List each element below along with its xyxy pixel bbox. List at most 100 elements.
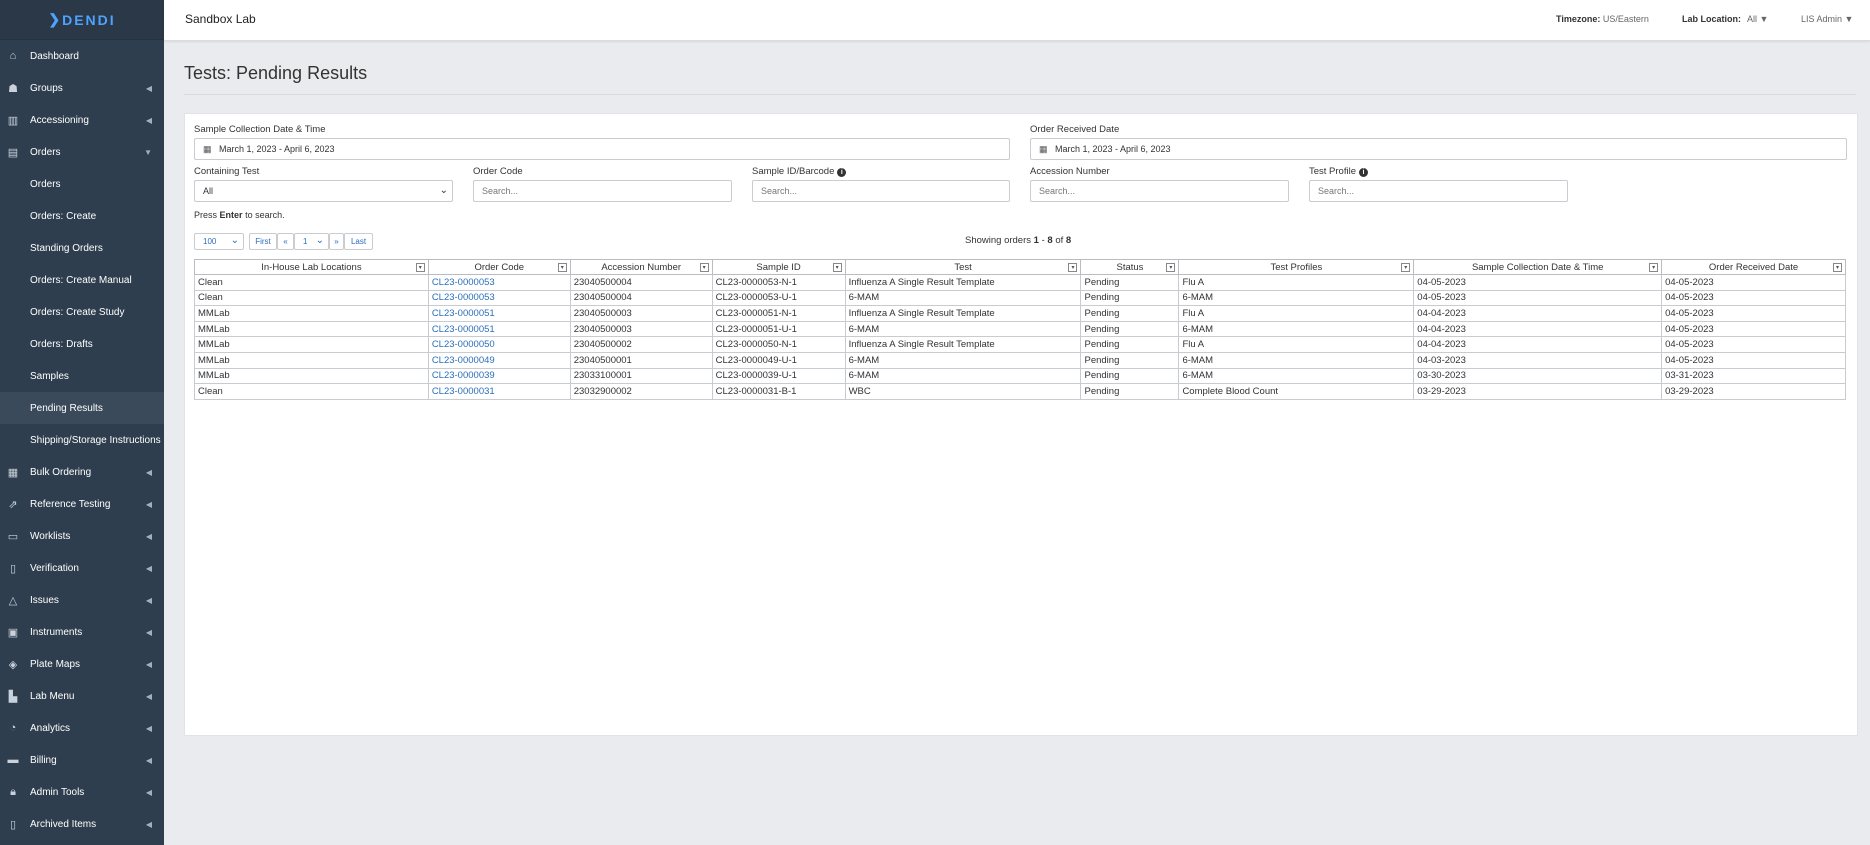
table-cell: Flu A — [1178, 305, 1415, 322]
order-code-link[interactable]: CL23-0000031 — [427, 383, 571, 400]
chevron-left-icon: ◀ — [145, 659, 152, 669]
table-cell: 04-05-2023 — [1661, 351, 1846, 369]
sidebar-item-analytics[interactable]: ◔ Analytics ◀ — [0, 712, 164, 744]
sidebar-item-plate-maps[interactable]: ◈ Plate Maps ◀ — [0, 648, 164, 680]
page-number-select[interactable]: 1 ⌄ — [294, 233, 329, 250]
column-filter-icon[interactable]: ▾ — [557, 263, 567, 272]
sample-id-search-input[interactable]: Search... — [752, 180, 1010, 202]
received-date-value: March 1, 2023 - April 6, 2023 — [1055, 144, 1171, 154]
table-row[interactable]: Clean CL23-0000053 23040500004 CL23-0000053… — [194, 289, 1846, 307]
sidebar-subitem-orders-drafts[interactable]: Orders: Drafts — [0, 328, 164, 360]
chevron-left-icon: ◀ — [145, 499, 152, 509]
column-filter-icon[interactable]: ▾ — [1649, 263, 1659, 272]
accession-number-search-input[interactable]: Search... — [1030, 180, 1289, 202]
sidebar-subitem-shipping-storage[interactable]: Shipping/Storage Instructions — [0, 424, 164, 456]
sidebar-subitem-pending-results[interactable]: Pending Results — [0, 392, 164, 424]
sidebar-subitem-orders-create[interactable]: Orders: Create — [0, 200, 164, 232]
sidebar-item-billing[interactable]: ▬ Billing ◀ — [0, 744, 164, 776]
table-row[interactable]: Clean CL23-0000031 23032900002 CL23-0000031… — [194, 383, 1846, 400]
sidebar-item-worklists[interactable]: ▭ Worklists ◀ — [0, 520, 164, 552]
column-header[interactable]: Order Code ▾ — [427, 259, 571, 275]
table-cell: MMLab — [194, 351, 429, 369]
test-profile-search-input[interactable]: Search... — [1309, 180, 1568, 202]
column-filter-icon[interactable]: ▾ — [699, 263, 709, 272]
column-header[interactable]: Test Profiles ▾ — [1178, 259, 1415, 275]
order-code-link[interactable]: CL23-0000053 — [427, 289, 571, 307]
table-cell: Influenza A Single Result Template — [844, 274, 1082, 291]
column-header[interactable]: Accession Number ▾ — [569, 259, 713, 275]
prev-page-button[interactable]: « — [277, 233, 294, 250]
timezone: Timezone: US/Eastern — [1556, 14, 1649, 24]
results-card — [184, 113, 1858, 736]
sidebar-item-lab-menu[interactable]: ▙ Lab Menu ◀ — [0, 680, 164, 712]
first-page-button[interactable]: First — [249, 233, 277, 250]
table-cell: 03-29-2023 — [1661, 383, 1846, 400]
collection-date-range[interactable]: ▦ March 1, 2023 - April 6, 2023 — [194, 138, 1010, 160]
page-size-select[interactable]: 100 ⌄ — [194, 233, 244, 250]
pending-results-table: In-House Lab Locations ▾ Order Code ▾ Access… — [194, 259, 1846, 400]
sidebar-item-instruments[interactable]: ▣ Instruments ◀ — [0, 616, 164, 648]
table-row[interactable]: Clean CL23-0000053 23040500004 CL23-0000053… — [194, 274, 1846, 291]
received-date-range[interactable]: ▦ March 1, 2023 - April 6, 2023 — [1030, 138, 1847, 160]
sidebar-item-dashboard[interactable]: ⌂ Dashboard — [0, 40, 164, 72]
column-filter-icon[interactable]: ▾ — [1166, 263, 1176, 272]
table-row[interactable]: MMLab CL23-0000039 23033100001 CL23-0000039… — [194, 367, 1846, 385]
column-filter-icon[interactable]: ▾ — [415, 263, 425, 272]
next-page-button[interactable]: » — [329, 233, 344, 250]
column-header[interactable]: Sample ID ▾ — [711, 259, 846, 275]
column-header[interactable]: Test ▾ — [844, 259, 1082, 275]
column-filter-icon[interactable]: ▾ — [1833, 263, 1842, 272]
table-cell: 04-04-2023 — [1413, 305, 1663, 322]
page-title: Tests: Pending Results — [184, 63, 368, 83]
sidebar-item-label: Pending Results — [30, 402, 103, 414]
lab-location-dropdown[interactable]: Lab Location: All ▼ — [1682, 14, 1768, 24]
table-row[interactable]: MMLab CL23-0000051 23040500003 CL23-0000051… — [194, 320, 1846, 338]
order-code-link[interactable]: CL23-0000051 — [427, 320, 571, 338]
containing-test-select[interactable]: All ⌄ — [194, 180, 453, 202]
logo[interactable]: ❯ DENDI — [0, 0, 164, 40]
sidebar-subitem-orders-create-study[interactable]: Orders: Create Study — [0, 296, 164, 328]
sidebar-item-archived-items[interactable]: ▯ Archived Items ◀ — [0, 808, 164, 840]
sidebar-item-orders[interactable]: ▤ Orders ▼ — [0, 136, 164, 168]
sidebar-item-reference-testing[interactable]: ⇗ Reference Testing ◀ — [0, 488, 164, 520]
column-filter-icon[interactable]: ▾ — [1401, 263, 1411, 272]
table-row[interactable]: MMLab CL23-0000049 23040500001 CL23-0000049… — [194, 351, 1846, 369]
table-row[interactable]: MMLab CL23-0000051 23040500003 CL23-0000051… — [194, 305, 1846, 322]
sidebar-subitem-samples[interactable]: Samples — [0, 360, 164, 392]
info-icon[interactable]: i — [1359, 168, 1368, 177]
sidebar-subitem-orders[interactable]: Orders — [0, 168, 164, 200]
timezone-label: Timezone: — [1556, 14, 1601, 24]
order-code-link[interactable]: CL23-0000053 — [427, 274, 571, 291]
sidebar-item-bulk-ordering[interactable]: ▦ Bulk Ordering ◀ — [0, 456, 164, 488]
column-header[interactable]: In-House Lab Locations ▾ — [194, 259, 429, 275]
column-header-label: Order Code — [474, 261, 525, 273]
sidebar-item-label: Issues — [30, 594, 59, 606]
divider — [184, 94, 1856, 95]
user-menu[interactable]: LIS Admin ▼ — [1801, 14, 1853, 24]
column-header[interactable]: Sample Collection Date & Time ▾ — [1413, 259, 1663, 275]
column-filter-icon[interactable]: ▾ — [1068, 263, 1078, 272]
column-filter-icon[interactable]: ▾ — [832, 263, 842, 272]
table-cell: Flu A — [1178, 274, 1415, 291]
table-cell: MMLab — [194, 336, 429, 353]
chevron-down-icon: ▼ — [144, 147, 152, 157]
sidebar-item-accessioning[interactable]: ▥ Accessioning ◀ — [0, 104, 164, 136]
last-page-button[interactable]: Last — [344, 233, 373, 250]
info-icon[interactable]: i — [837, 168, 847, 177]
sidebar-item-groups[interactable]: ☗ Groups ◀ — [0, 72, 164, 104]
sidebar-subitem-orders-create-manual[interactable]: Orders: Create Manual — [0, 264, 164, 296]
sidebar-item-label: Reference Testing — [30, 498, 111, 510]
table-row[interactable]: MMLab CL23-0000050 23040500002 CL23-0000050… — [194, 336, 1846, 353]
column-header[interactable]: Order Received Date ▾ — [1661, 259, 1846, 275]
sidebar-item-issues[interactable]: △ Issues ◀ — [0, 584, 164, 616]
chevron-down-icon: ⌄ — [230, 235, 239, 246]
column-header[interactable]: Status ▾ — [1080, 259, 1180, 275]
sidebar-item-admin-tools[interactable]: 🔒︎ Admin Tools ◀ — [0, 776, 164, 808]
order-code-link[interactable]: CL23-0000051 — [427, 305, 571, 322]
order-code-link[interactable]: CL23-0000049 — [427, 351, 571, 369]
order-code-search-input[interactable]: Search... — [473, 180, 732, 202]
sidebar-subitem-standing-orders[interactable]: Standing Orders — [0, 232, 164, 264]
sidebar-item-verification[interactable]: ▯ Verification ◀ — [0, 552, 164, 584]
order-code-link[interactable]: CL23-0000039 — [427, 367, 571, 385]
order-code-link[interactable]: CL23-0000050 — [427, 336, 571, 353]
